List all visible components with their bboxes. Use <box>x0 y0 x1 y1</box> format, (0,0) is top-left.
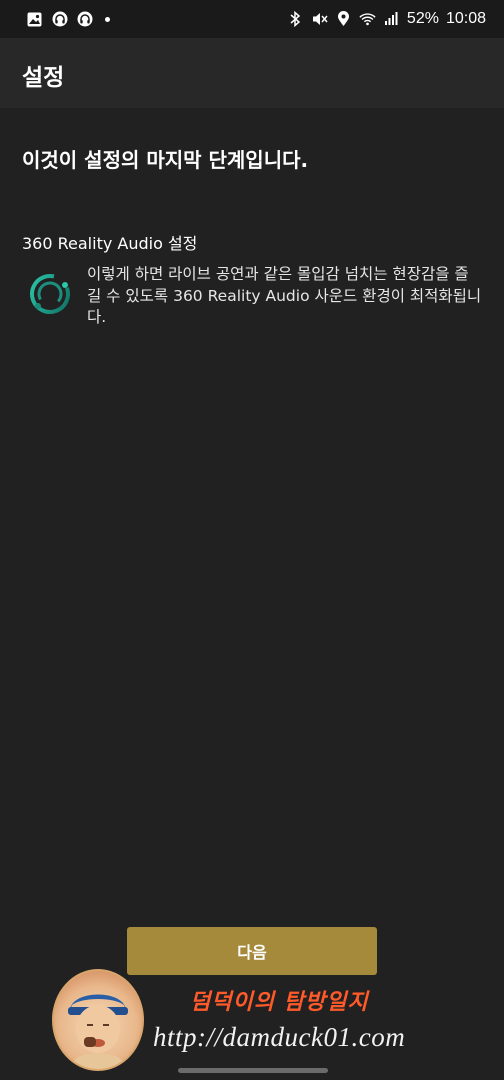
app-bar: 설정 <box>0 38 504 108</box>
battery-percentage: 52% <box>406 10 439 27</box>
navigation-handle[interactable] <box>178 1068 328 1073</box>
headset-icon <box>76 11 93 28</box>
watermark-url[interactable]: http://damduck01.com <box>153 1022 405 1053</box>
bluetooth-icon <box>287 11 304 28</box>
section-title: 360 Reality Audio 설정 <box>22 234 198 253</box>
status-bar: 52% 10:08 <box>0 0 504 38</box>
status-bar-right: 52% 10:08 <box>287 10 486 28</box>
gallery-icon <box>26 11 43 28</box>
360-reality-audio-icon <box>26 270 74 318</box>
page-title: 설정 <box>22 65 65 91</box>
step-heading: 이것이 설정의 마지막 단계입니다. <box>22 148 309 172</box>
headset-icon <box>51 11 68 28</box>
wifi-icon <box>359 11 376 28</box>
clock: 10:08 <box>445 10 486 27</box>
watermark-avatar <box>52 969 144 1071</box>
status-bar-left <box>26 11 110 28</box>
watermark-title: 덤덕이의 탐방일지 <box>190 989 369 1015</box>
notification-dot-icon <box>105 16 110 22</box>
description-text: 이렇게 하면 라이브 공연과 같은 몰입감 넘치는 현장감을 즐길 수 있도록 … <box>87 265 482 326</box>
mute-icon <box>311 11 328 28</box>
next-button[interactable]: 다음 <box>127 927 377 975</box>
signal-icon <box>383 11 400 28</box>
location-icon <box>335 11 352 28</box>
